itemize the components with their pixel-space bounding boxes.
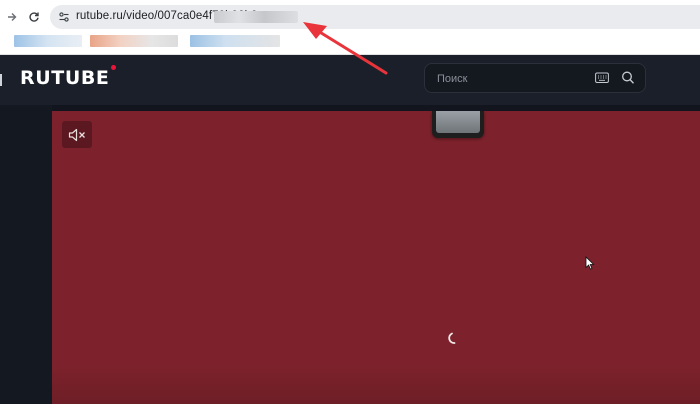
- search-input[interactable]: [435, 69, 589, 89]
- bookmark-item-3[interactable]: [190, 35, 280, 47]
- url-redacted: [214, 11, 298, 23]
- logo-dot: [111, 65, 116, 70]
- menu-icon[interactable]: [0, 74, 5, 86]
- rutube-app: RUTUBE: [0, 55, 700, 404]
- player-shade: [52, 364, 700, 404]
- phone-preview: [432, 111, 484, 138]
- address-bar[interactable]: rutube.ru/video/007ca0e4f70b92b9: [50, 5, 700, 29]
- forward-button[interactable]: [2, 7, 22, 27]
- speaker-muted-icon: [68, 128, 85, 141]
- phone-screen: [436, 111, 480, 133]
- keyboard-icon[interactable]: [595, 72, 609, 84]
- reload-icon: [29, 12, 39, 22]
- bookmark-item-2[interactable]: [90, 35, 178, 47]
- tune-icon: [59, 12, 69, 22]
- arrow-right-icon: [8, 13, 17, 21]
- mouse-cursor-icon: [585, 256, 595, 270]
- bookmark-item-1[interactable]: [14, 35, 82, 47]
- sidebar-rail: [0, 105, 52, 404]
- search-icon[interactable]: [621, 70, 635, 86]
- bookmarks-bar: [0, 32, 700, 52]
- browser-chrome: rutube.ru/video/007ca0e4f70b92b9: [0, 0, 700, 55]
- site-header: RUTUBE: [0, 55, 700, 105]
- mute-button[interactable]: [62, 121, 92, 148]
- loading-spinner-icon: [448, 332, 456, 344]
- rutube-logo[interactable]: RUTUBE: [20, 67, 110, 89]
- reload-button[interactable]: [24, 7, 44, 27]
- search-box: [424, 63, 646, 93]
- site-info-button[interactable]: [56, 9, 72, 25]
- video-player[interactable]: [52, 111, 700, 404]
